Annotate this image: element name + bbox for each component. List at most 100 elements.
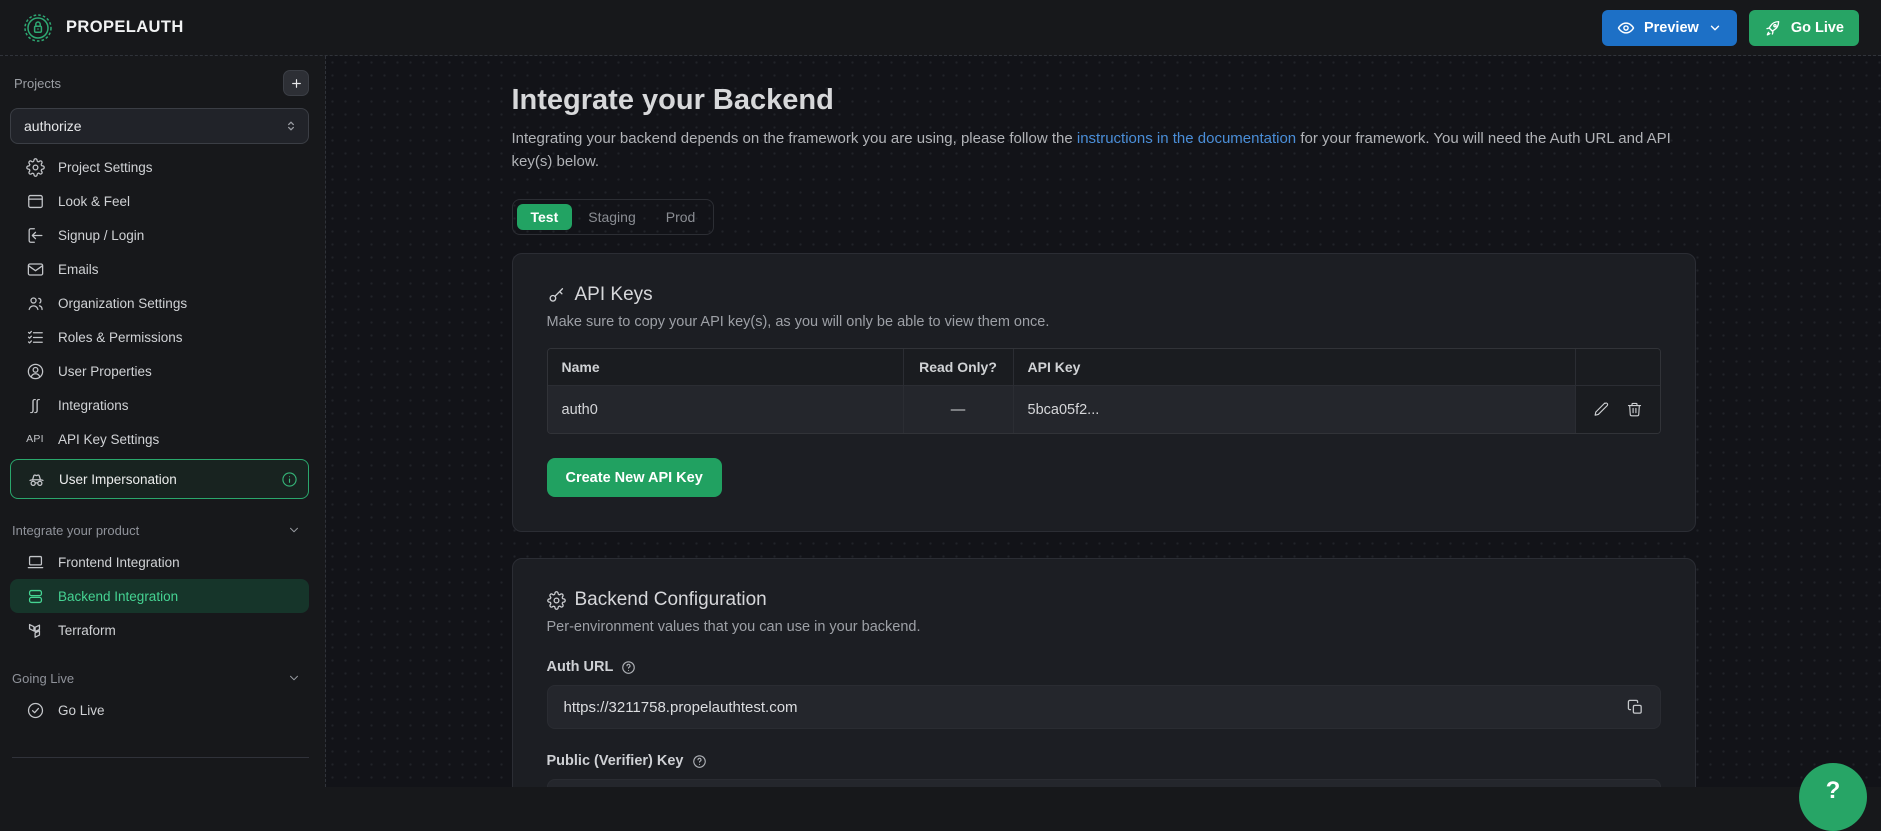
top-header: PROPELAUTH Preview Go Live: [0, 0, 1881, 56]
sidebar-item-label: Integrations: [58, 398, 129, 413]
terraform-icon: [25, 621, 45, 640]
api-key-name: auth0: [548, 386, 904, 433]
column-header-name: Name: [548, 349, 904, 385]
sidebar-item-label: Frontend Integration: [58, 555, 180, 570]
column-header-read-only: Read Only?: [904, 349, 1014, 385]
tab-staging[interactable]: Staging: [574, 204, 649, 230]
sidebar-item-roles-permissions[interactable]: Roles & Permissions: [10, 320, 309, 354]
sidebar-item-integrations[interactable]: ∫∫ Integrations: [10, 388, 309, 422]
question-mark-icon: ?: [1826, 777, 1841, 805]
edit-button[interactable]: [1593, 401, 1610, 418]
chevron-down-icon: [1708, 21, 1722, 35]
sidebar-item-label: User Impersonation: [59, 472, 177, 487]
column-header-actions: [1576, 349, 1660, 385]
help-circle-icon[interactable]: [621, 660, 636, 675]
brand: PROPELAUTH: [22, 12, 184, 44]
login-icon: [25, 226, 45, 245]
create-api-key-button[interactable]: Create New API Key: [547, 458, 722, 497]
gear-icon: [25, 158, 45, 177]
documentation-link[interactable]: instructions in the documentation: [1077, 130, 1296, 147]
mail-icon: [25, 260, 45, 279]
sidebar-divider: [12, 757, 309, 758]
card-title: API Keys: [575, 284, 653, 306]
sidebar-item-project-settings[interactable]: Project Settings: [10, 150, 309, 184]
page-title: Integrate your Backend: [512, 84, 1696, 117]
sidebar-item-user-impersonation[interactable]: User Impersonation: [10, 459, 309, 499]
gear-icon: [547, 591, 566, 610]
sidebar-item-label: Backend Integration: [58, 589, 178, 604]
sidebar-item-label: Look & Feel: [58, 194, 130, 209]
copy-icon[interactable]: [1627, 699, 1644, 716]
api-icon: API: [25, 434, 45, 445]
sidebar-item-api-key-settings[interactable]: API API Key Settings: [10, 422, 309, 456]
api-keys-card: API Keys Make sure to copy your API key(…: [512, 253, 1696, 532]
window-icon: [25, 192, 45, 211]
environment-tabs: TestStagingProd: [512, 199, 715, 235]
tab-prod[interactable]: Prod: [652, 204, 710, 230]
help-chat-button[interactable]: ?: [1799, 763, 1867, 831]
backend-configuration-card: Backend Configuration Per-environment va…: [512, 558, 1696, 787]
sidebar-item-backend-integration[interactable]: Backend Integration: [10, 579, 309, 613]
integral-icon: ∫∫: [25, 398, 45, 413]
sidebar: Projects authorize Project Settings Look …: [0, 56, 326, 787]
column-header-api-key: API Key: [1014, 349, 1576, 385]
sidebar-item-label: API Key Settings: [58, 432, 159, 447]
sidebar-item-terraform[interactable]: Terraform: [10, 613, 309, 647]
help-circle-icon[interactable]: [692, 754, 707, 769]
chevron-down-icon: [287, 523, 301, 537]
sidebar-item-label: Signup / Login: [58, 228, 144, 243]
sidebar-item-organization-settings[interactable]: Organization Settings: [10, 286, 309, 320]
public-verifier-key-field[interactable]: [547, 779, 1661, 787]
brand-name: PROPELAUTH: [66, 18, 184, 37]
sidebar-item-look-feel[interactable]: Look & Feel: [10, 184, 309, 218]
api-keys-table: NameRead Only?API Keyauth0—5bca05f2...: [547, 348, 1661, 434]
chevron-down-icon: [287, 671, 301, 685]
sidebar-item-label: Project Settings: [58, 160, 153, 175]
sidebar-item-label: Terraform: [58, 623, 116, 638]
check-circle-icon: [25, 701, 45, 720]
sidebar-item-label: User Properties: [58, 364, 152, 379]
eye-icon: [1617, 19, 1635, 37]
laptop-icon: [25, 553, 45, 572]
sidebar-item-label: Emails: [58, 262, 99, 277]
preview-button[interactable]: Preview: [1602, 10, 1737, 46]
sidebar-item-label: Roles & Permissions: [58, 330, 183, 345]
project-selector[interactable]: authorize: [10, 108, 309, 144]
sidebar-item-signup-login[interactable]: Signup / Login: [10, 218, 309, 252]
projects-label: Projects: [14, 76, 61, 91]
api-key-read-only: —: [904, 386, 1014, 433]
propelauth-logo-icon: [22, 12, 54, 44]
main-content: Integrate your Backend Integrating your …: [326, 56, 1881, 787]
disguise-icon: [26, 470, 46, 489]
sidebar-item-user-properties[interactable]: User Properties: [10, 354, 309, 388]
trash-button[interactable]: [1626, 401, 1643, 418]
go-live-button[interactable]: Go Live: [1749, 10, 1859, 46]
users-icon: [25, 294, 45, 313]
auth-url-field[interactable]: https://3211758.propelauthtest.com: [547, 685, 1661, 729]
sidebar-item-go-live[interactable]: Go Live: [10, 693, 309, 727]
card-title: Backend Configuration: [575, 589, 767, 611]
table-row: auth0—5bca05f2...: [548, 386, 1660, 433]
sidebar-item-label: Go Live: [58, 703, 105, 718]
card-description: Per-environment values that you can use …: [547, 619, 1661, 635]
tab-test[interactable]: Test: [517, 204, 573, 230]
sidebar-item-emails[interactable]: Emails: [10, 252, 309, 286]
row-actions: [1576, 386, 1660, 433]
public-verifier-key-label: Public (Verifier) Key: [547, 753, 684, 769]
intro-text: Integrating your backend depends on the …: [512, 127, 1692, 173]
user-circle-icon: [25, 362, 45, 381]
card-description: Make sure to copy your API key(s), as yo…: [547, 314, 1661, 330]
sidebar-section-integrate-your-product[interactable]: Integrate your product: [10, 515, 309, 545]
info-icon[interactable]: [281, 471, 298, 488]
server-icon: [25, 587, 45, 606]
sidebar-section-going-live[interactable]: Going Live: [10, 663, 309, 693]
selector-icon: [284, 118, 298, 134]
api-key-value: 5bca05f2...: [1014, 386, 1576, 433]
sidebar-item-label: Organization Settings: [58, 296, 187, 311]
key-icon: [547, 286, 566, 305]
add-project-button[interactable]: [283, 70, 309, 96]
sidebar-item-frontend-integration[interactable]: Frontend Integration: [10, 545, 309, 579]
checklist-icon: [25, 328, 45, 347]
auth-url-label: Auth URL: [547, 659, 614, 675]
rocket-icon: [1764, 19, 1782, 37]
